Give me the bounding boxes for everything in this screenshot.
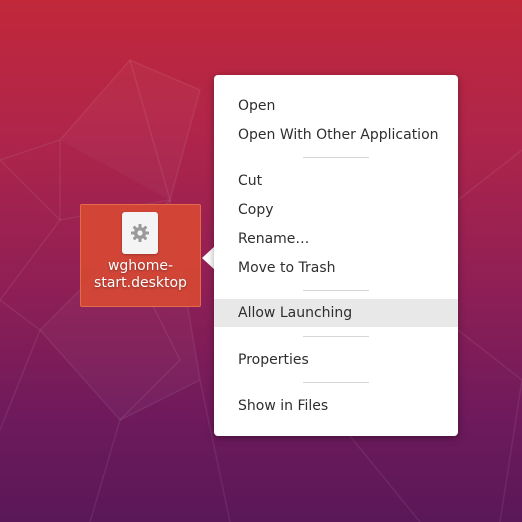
file-name-label: wghome- start.desktop	[81, 258, 200, 292]
menu-item-rename[interactable]: Rename…	[214, 225, 458, 253]
menu-item-show-in-files[interactable]: Show in Files	[214, 392, 458, 420]
menu-item-move-to-trash[interactable]: Move to Trash	[214, 254, 458, 282]
menu-separator	[303, 382, 369, 383]
menu-item-open-with-other-application[interactable]: Open With Other Application	[214, 121, 458, 149]
context-menu: Open Open With Other Application Cut Cop…	[214, 75, 458, 436]
gear-icon	[131, 224, 149, 242]
menu-item-properties[interactable]: Properties	[214, 346, 458, 374]
menu-item-copy[interactable]: Copy	[214, 196, 458, 224]
file-name-line-2: start.desktop	[94, 275, 187, 291]
menu-separator	[303, 336, 369, 337]
file-icon	[122, 212, 158, 254]
menu-item-cut[interactable]: Cut	[214, 167, 458, 195]
menu-item-allow-launching[interactable]: Allow Launching	[214, 299, 458, 327]
menu-separator	[303, 290, 369, 291]
desktop-background[interactable]: wghome- start.desktop Open Open With Oth…	[0, 0, 522, 522]
menu-item-open[interactable]: Open	[214, 92, 458, 120]
menu-separator	[303, 157, 369, 158]
desktop-file-icon[interactable]: wghome- start.desktop	[80, 204, 201, 307]
file-name-line-1: wghome-	[107, 258, 174, 274]
